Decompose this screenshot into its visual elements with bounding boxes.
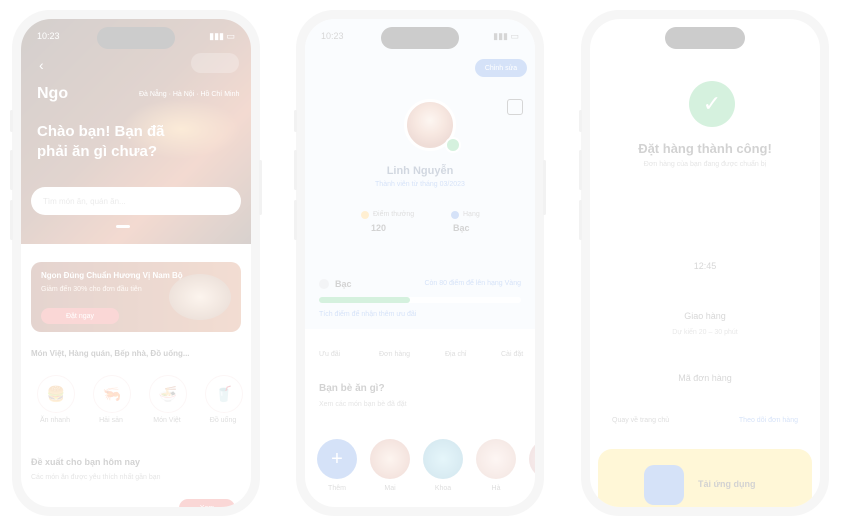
stat-label: Điểm thưởng <box>373 211 415 218</box>
story-label: Khoa <box>434 485 452 492</box>
section-subtitle: Xem các món bạn bè đã đặt <box>319 401 407 408</box>
success-check-icon: ✓ <box>689 81 735 127</box>
dynamic-island <box>665 27 745 49</box>
battery-icon: ▮▮▮ ▭ <box>493 31 519 41</box>
back-icon[interactable]: ‹ <box>39 57 44 73</box>
view-button[interactable]: Xem <box>179 499 235 507</box>
location-text[interactable]: Đà Nẵng · Hà Nội · Hồ Chí Minh <box>139 91 239 98</box>
friend-avatar[interactable] <box>370 439 410 479</box>
section2-subtitle: Các món ăn được yêu thích nhất gần bạn <box>31 474 161 481</box>
screen-3: ✓ Đặt hàng thành công! Đơn hàng của bạn … <box>590 19 820 507</box>
profile-subtitle: Thành viên từ tháng 03/2023 <box>375 181 465 188</box>
badge-icon <box>319 279 329 289</box>
edit-profile-button[interactable]: Chỉnh sửa <box>475 59 527 77</box>
stat-label: Hạng <box>463 211 480 218</box>
story-label: Thêm <box>328 485 346 492</box>
category-label: Ăn nhanh <box>40 417 70 424</box>
brand-logo: Ngo <box>37 85 69 102</box>
category-vietnamese-icon[interactable]: 🍜 <box>149 375 187 413</box>
category-label: Hải sản <box>99 417 123 424</box>
section-title: Món Việt, Hàng quán, Bếp nhà, Đồ uống... <box>31 349 190 358</box>
screen-1: 10:23 ▮▮▮ ▭ ‹ Ngo Đà Nẵng · Hà Nội · Hồ … <box>21 19 251 507</box>
delivery-label: Giao hàng <box>684 311 726 321</box>
category-seafood-icon[interactable]: 🦐 <box>93 375 131 413</box>
add-story-icon[interactable]: + <box>317 439 357 479</box>
share-icon[interactable] <box>507 99 523 115</box>
friend-avatar[interactable] <box>423 439 463 479</box>
delivery-estimate: Dự kiến 20 – 30 phút <box>672 329 738 336</box>
profile-name: Linh Nguyễn <box>386 165 454 177</box>
battery-icon: ▮▮▮ ▭ <box>209 31 235 41</box>
level-progress-fill <box>319 297 410 303</box>
promo-button[interactable]: Đặt ngay <box>41 308 119 324</box>
success-title: Đặt hàng thành công! <box>638 141 772 156</box>
promo-banner[interactable]: Ngon Đúng Chuẩn Hương Vị Nam Bộ Giảm đến… <box>31 262 241 332</box>
success-subtitle: Đơn hàng của bạn đang được chuẩn bị <box>643 161 767 168</box>
stat-value: Bạc <box>453 223 470 233</box>
promo-food-image <box>169 274 231 320</box>
category-drinks-icon[interactable]: 🥤 <box>205 375 243 413</box>
category-fastfood-icon[interactable]: 🍔 <box>37 375 75 413</box>
tab-address[interactable]: Địa chỉ <box>445 351 466 358</box>
category-label: Món Việt <box>153 417 181 424</box>
status-time: 10:23 <box>37 31 60 41</box>
tab-offers[interactable]: Ưu đãi <box>319 351 340 358</box>
order-code-label: Mã đơn hàng <box>678 373 732 383</box>
header-pill-button[interactable] <box>191 53 239 73</box>
phone-frame-1: 10:23 ▮▮▮ ▭ ‹ Ngo Đà Nẵng · Hà Nội · Hồ … <box>10 10 262 516</box>
hero-title-line2: phải ăn gì chưa? <box>37 143 158 160</box>
screen-2: 10:23 ▮▮▮ ▭ Chỉnh sửa Linh Nguyễn Thành … <box>305 19 535 507</box>
story-label: Hà <box>491 485 501 492</box>
promo-title: Ngon Đúng Chuẩn Hương Vị Nam Bộ <box>41 271 183 280</box>
category-label: Đồ uống <box>209 417 237 424</box>
progress-caption: Tích điểm để nhận thêm ưu đãi <box>319 311 417 318</box>
home-link[interactable]: Quay về trang chủ <box>612 417 669 424</box>
story-label: Mai <box>384 485 396 492</box>
track-order-link[interactable]: Theo dõi đơn hàng <box>739 417 798 424</box>
phone-frame-3: ✓ Đặt hàng thành công! Đơn hàng của bạn … <box>579 10 829 516</box>
status-time: 10:23 <box>321 31 344 41</box>
level-label: Bạc <box>335 279 352 289</box>
download-app-label: Tải ứng dụng <box>698 479 756 489</box>
download-app-banner[interactable]: Tải ứng dụng <box>598 449 812 507</box>
search-input[interactable]: Tìm món ăn, quán ăn... <box>31 187 241 215</box>
friend-avatar[interactable] <box>529 439 535 479</box>
app-icon <box>644 465 684 505</box>
verified-icon <box>445 137 461 153</box>
tab-settings[interactable]: Cài đặt <box>501 351 523 358</box>
coin-icon <box>361 211 369 219</box>
phone-frame-2: 10:23 ▮▮▮ ▭ Chỉnh sửa Linh Nguyễn Thành … <box>294 10 546 516</box>
friend-avatar[interactable] <box>476 439 516 479</box>
stat-value: 120 <box>371 223 387 233</box>
section2-title: Đề xuất cho bạn hôm nay <box>31 457 141 467</box>
level-progress-bar <box>319 297 521 303</box>
order-time: 12:45 <box>693 261 717 271</box>
tab-orders[interactable]: Đơn hàng <box>379 351 410 358</box>
rank-icon <box>451 211 459 219</box>
section-title: Bạn bè ăn gì? <box>319 383 385 394</box>
level-progress-text: Còn 80 điểm để lên hạng Vàng <box>424 280 521 287</box>
hero-banner: ‹ Ngo Đà Nẵng · Hà Nội · Hồ Chí Minh Chà… <box>21 19 251 244</box>
hero-title-line1: Chào bạn! Bạn đã <box>37 123 165 140</box>
carousel-indicator <box>116 225 130 228</box>
